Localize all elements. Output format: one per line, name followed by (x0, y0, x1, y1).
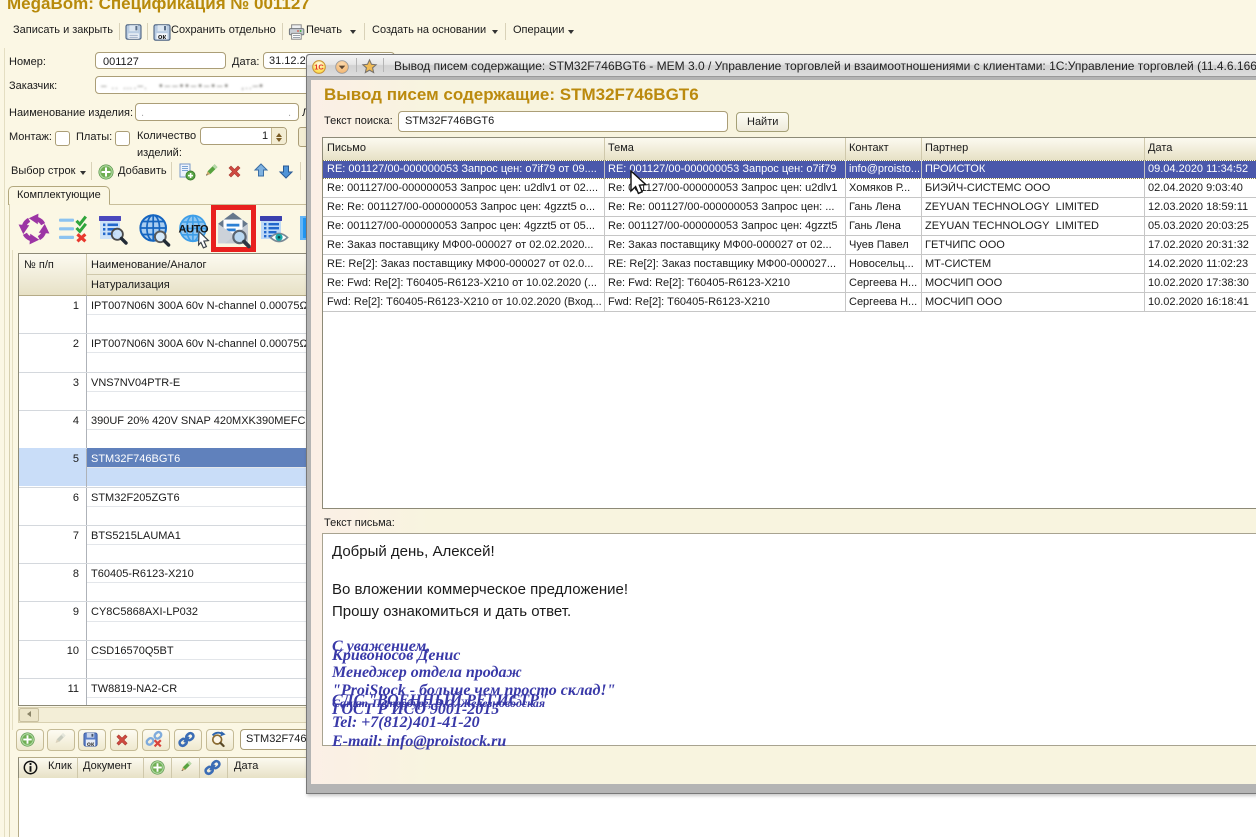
svg-text:ок: ок (87, 741, 95, 748)
svg-text:AUTO: AUTO (179, 224, 210, 236)
svg-text:1С: 1С (314, 63, 324, 72)
svg-text:ок: ок (158, 32, 167, 41)
